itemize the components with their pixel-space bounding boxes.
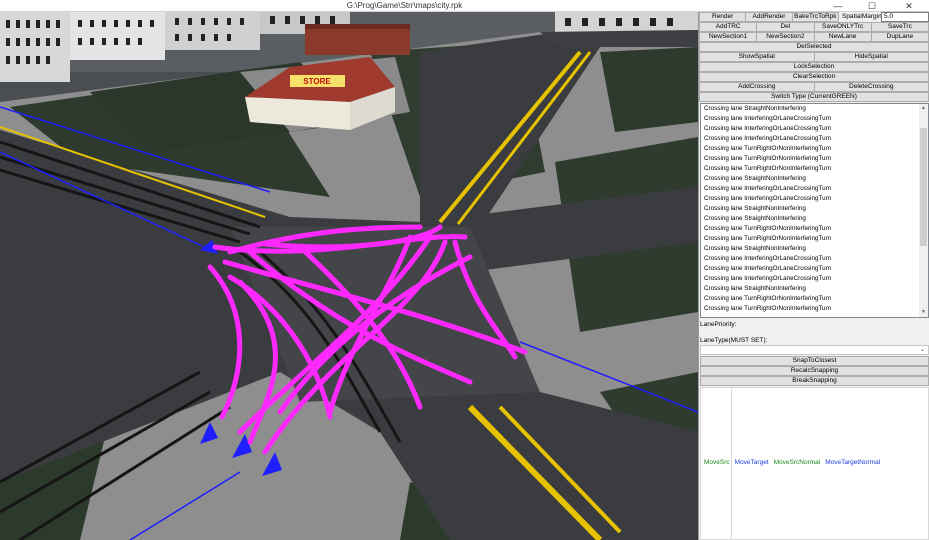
- spatial-margin-input[interactable]: 5.0: [880, 12, 929, 22]
- del-button[interactable]: Del: [756, 22, 815, 32]
- clear-selection-button[interactable]: ClearSelection: [699, 72, 929, 82]
- lane-list-item[interactable]: Crossing lane TurnRightOrNonInterferingT…: [701, 234, 928, 244]
- toolbar-row-1: Render AddRender BakeTrcToRpk SpatialMar…: [699, 12, 929, 22]
- maximize-icon[interactable]: ☐: [855, 0, 889, 12]
- lane-list-item[interactable]: Crossing lane InterferingOrLaneCrossingT…: [701, 184, 928, 194]
- toolbar-row-3: NewSection1 NewSection2 NewLane DupLane: [699, 32, 929, 42]
- move-src-link[interactable]: MoveSrc: [704, 459, 730, 466]
- dup-lane-button[interactable]: DupLane: [870, 32, 929, 42]
- scroll-up-icon[interactable]: ▲: [919, 104, 928, 113]
- move-target-normal-link[interactable]: MoveTargetNormal: [825, 459, 880, 466]
- control-panel: Render AddRender BakeTrcToRpk SpatialMar…: [698, 12, 929, 540]
- lane-list-item[interactable]: Crossing lane StraightNonInterfering: [701, 104, 928, 114]
- toolbar-row-8: AddCrossing DeleteCrossing: [699, 82, 929, 92]
- lane-list-item[interactable]: Crossing lane TurnRightOrNonInterferingT…: [701, 304, 928, 314]
- window-controls: — ☐ ✕: [821, 0, 929, 12]
- lane-list-item[interactable]: Crossing lane TurnRightOrNonInterferingT…: [701, 144, 928, 154]
- chevron-down-icon[interactable]: ⌄: [920, 346, 925, 355]
- delete-crossing-button[interactable]: DeleteCrossing: [813, 82, 929, 92]
- crossing-lane-list[interactable]: Crossing lane StraightNonInterfering Cros…: [700, 103, 929, 318]
- lane-list-item[interactable]: Crossing lane InterferingOrLaneCrossingT…: [701, 254, 928, 264]
- move-target-link[interactable]: MoveTarget: [735, 459, 769, 466]
- lane-list-item[interactable]: Crossing lane TurnRightOrNonInterferingT…: [701, 294, 928, 304]
- new-section1-button[interactable]: NewSection1: [699, 32, 758, 42]
- lock-selection-button[interactable]: LockSelection: [699, 62, 929, 72]
- hide-spatial-button[interactable]: HideSpatial: [813, 52, 929, 62]
- break-snapping-button[interactable]: BreakSnapping: [700, 376, 929, 386]
- lane-list-item[interactable]: Crossing lane StraightNonInterfering: [701, 174, 928, 184]
- lane-list-item[interactable]: Crossing lane StraightNonInterfering: [701, 214, 928, 224]
- snap-to-closest-button[interactable]: SnapToClosest: [700, 356, 929, 366]
- lane-list-item[interactable]: Crossing lane InterferingOrLaneCrossingT…: [701, 264, 928, 274]
- render-button[interactable]: Render: [699, 12, 747, 22]
- lane-list-item[interactable]: Crossing lane InterferingOrLaneCrossingT…: [701, 114, 928, 124]
- save-only-trc-button[interactable]: SaveONLYTrc: [813, 22, 872, 32]
- scene-render[interactable]: STORE: [0, 12, 698, 540]
- show-spatial-button[interactable]: ShowSpatial: [699, 52, 815, 62]
- toolbar-row-4: DelSelected: [699, 42, 929, 52]
- switch-type-button[interactable]: Switch Type (CurrentGREEN): [699, 92, 929, 102]
- bake-trc-to-rpk-button[interactable]: BakeTrcToRpk: [791, 12, 839, 22]
- del-selected-button[interactable]: DelSelected: [699, 42, 929, 52]
- lane-list-item[interactable]: Crossing lane InterferingOrLaneCrossingT…: [701, 124, 928, 134]
- lane-list-item[interactable]: Crossing lane TurnRightOrNonInterferingT…: [701, 164, 928, 174]
- lane-priority-label: LanePriority:: [700, 321, 737, 328]
- lane-list-item[interactable]: Crossing lane StraightNonInterfering: [701, 244, 928, 254]
- window-title: G:\Prog\Game\Strr\maps\city.rpk: [346, 1, 463, 10]
- scroll-down-icon[interactable]: ▼: [919, 308, 928, 317]
- snap-controls: SnapToClosest RecalcSnapping BreakSnappi…: [700, 356, 929, 386]
- lane-list-item[interactable]: Crossing lane InterferingOrLaneCrossingT…: [701, 274, 928, 284]
- scroll-thumb[interactable]: [920, 128, 927, 246]
- add-render-button[interactable]: AddRender: [745, 12, 793, 22]
- add-crossing-button[interactable]: AddCrossing: [699, 82, 815, 92]
- lane-list-item[interactable]: Crossing lane StraightNonInterfering: [701, 204, 928, 214]
- close-icon[interactable]: ✕: [889, 0, 929, 12]
- toolbar-row-9: Switch Type (CurrentGREEN): [699, 92, 929, 102]
- lane-type-select[interactable]: ⌄: [700, 345, 929, 355]
- lane-list-item[interactable]: Crossing lane StraightNonInterfering: [701, 284, 928, 294]
- lane-list-scrollbar[interactable]: ▲ ▼: [919, 104, 928, 317]
- add-trc-button[interactable]: AddTRC: [699, 22, 758, 32]
- toolbar-row-2: AddTRC Del SaveONLYTrc SaveTrc: [699, 22, 929, 32]
- lane-list-item[interactable]: Crossing lane TurnRightOrNonInterferingT…: [701, 224, 928, 234]
- scene-viewport[interactable]: STORE: [0, 12, 698, 540]
- toolbar-row-6: LockSelection: [699, 62, 929, 72]
- move-src-normal-link[interactable]: MoveSrcNormal: [774, 459, 821, 466]
- window-titlebar: G:\Prog\Game\Strr\maps\city.rpk — ☐ ✕: [0, 0, 929, 12]
- store-sign-text: STORE: [303, 77, 331, 86]
- spatial-margin-label: SpatialMargin:: [838, 12, 884, 22]
- minimize-icon[interactable]: —: [821, 0, 855, 12]
- save-trc-button[interactable]: SaveTrc: [870, 22, 929, 32]
- recalc-snapping-button[interactable]: RecalcSnapping: [700, 366, 929, 376]
- new-lane-button[interactable]: NewLane: [813, 32, 872, 42]
- lane-list-item[interactable]: Crossing lane InterferingOrLaneCrossingT…: [701, 134, 928, 144]
- lane-type-label: LaneType(MUST SET):: [700, 337, 768, 344]
- lane-priority-field[interactable]: [736, 321, 928, 329]
- lane-items: Crossing lane StraightNonInterfering Cros…: [701, 104, 928, 314]
- new-section2-button[interactable]: NewSection2: [756, 32, 815, 42]
- move-links: MoveSrc MoveTarget MoveSrcNormal MoveTarget…: [704, 459, 880, 466]
- lane-list-item[interactable]: Crossing lane InterferingOrLaneCrossingT…: [701, 194, 928, 204]
- toolbar-row-7: ClearSelection: [699, 72, 929, 82]
- move-controls-area: MoveSrc MoveTarget MoveSrcNormal MoveTarget…: [700, 387, 929, 540]
- toolbar-row-5: ShowSpatial HideSpatial: [699, 52, 929, 62]
- lane-list-item[interactable]: Crossing lane TurnRightOrNonInterferingT…: [701, 154, 928, 164]
